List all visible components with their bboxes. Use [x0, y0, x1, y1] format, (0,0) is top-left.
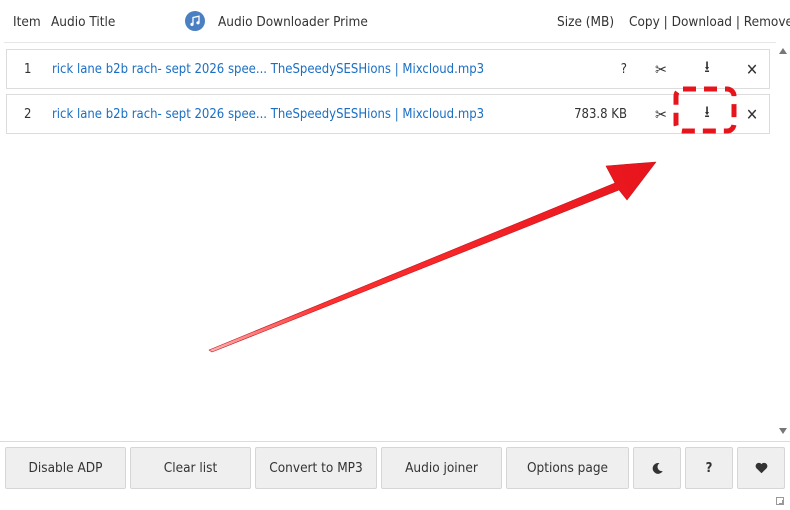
- audio-title-link[interactable]: rick lane b2b rach- sept 2026 spee... Th…: [52, 107, 484, 122]
- scroll-down-icon[interactable]: [779, 428, 787, 434]
- dark-mode-button[interactable]: [633, 447, 681, 489]
- audio-joiner-button[interactable]: Audio joiner: [381, 447, 502, 489]
- clear-list-button[interactable]: Clear list: [130, 447, 251, 489]
- size-column-header: Size (MB): [557, 14, 615, 30]
- download-icon[interactable]: ⭳: [697, 102, 717, 124]
- favorite-button[interactable]: [737, 447, 785, 489]
- list-header: Item Audio Title Audio Downloader Prime …: [0, 0, 790, 42]
- actions-column-header: Copy | Download | Remove: [629, 14, 790, 30]
- close-icon[interactable]: ✕: [742, 104, 762, 124]
- scrollbar[interactable]: [776, 42, 790, 440]
- row-number: 1: [24, 62, 32, 77]
- audio-title-column-header: Audio Title: [51, 14, 116, 30]
- close-icon[interactable]: ✕: [742, 59, 762, 79]
- scissors-icon[interactable]: ✂: [651, 104, 671, 124]
- file-size: 783.8 KB: [574, 107, 627, 122]
- item-column-header: Item: [13, 14, 41, 30]
- music-note-icon: [185, 11, 205, 31]
- disable-adp-button[interactable]: Disable ADP: [5, 447, 126, 489]
- heart-icon: [755, 462, 767, 474]
- help-button[interactable]: ?: [685, 447, 733, 489]
- audio-title-link[interactable]: rick lane b2b rach- sept 2026 spee... Th…: [52, 62, 484, 77]
- table-row: 2 rick lane b2b rach- sept 2026 spee... …: [6, 94, 770, 134]
- file-size: ?: [620, 62, 627, 77]
- scissors-icon[interactable]: ✂: [651, 59, 671, 79]
- app-title: Audio Downloader Prime: [218, 14, 368, 30]
- convert-to-mp3-button[interactable]: Convert to MP3: [255, 447, 377, 489]
- scroll-up-icon[interactable]: [779, 48, 787, 54]
- moon-icon: [652, 462, 663, 474]
- download-icon[interactable]: ⭳: [697, 57, 717, 79]
- bottom-toolbar: Disable ADP Clear list Convert to MP3 Au…: [0, 441, 790, 510]
- table-row: 1 rick lane b2b rach- sept 2026 spee... …: [6, 49, 770, 89]
- resize-grip[interactable]: [776, 497, 784, 505]
- audio-list: 1 rick lane b2b rach- sept 2026 spee... …: [4, 42, 776, 440]
- row-number: 2: [24, 107, 32, 122]
- options-page-button[interactable]: Options page: [506, 447, 629, 489]
